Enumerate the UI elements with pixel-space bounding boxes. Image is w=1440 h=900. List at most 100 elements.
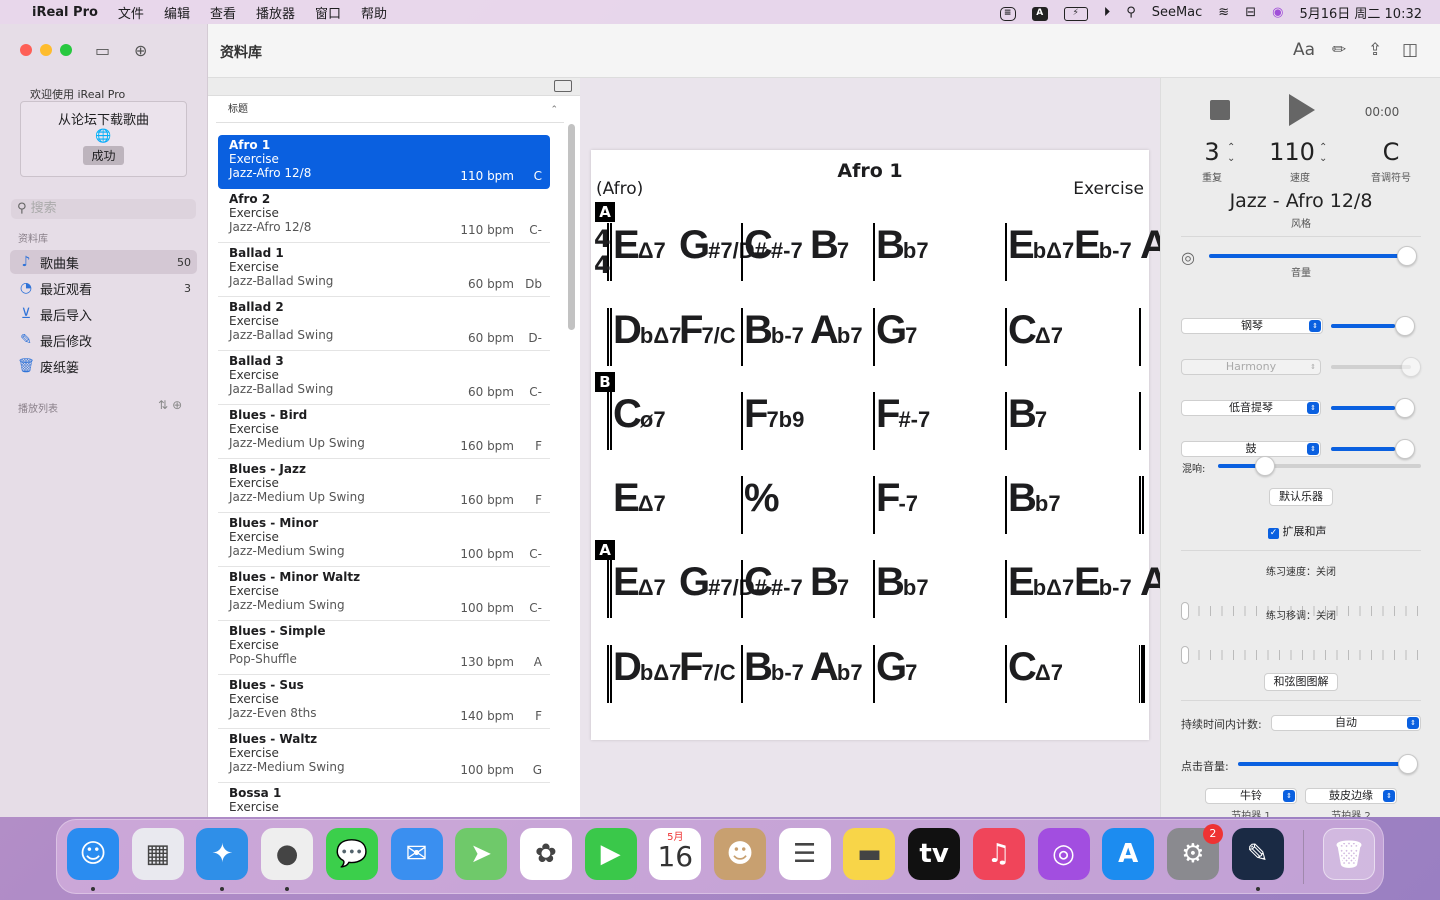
chord-symbol[interactable]: Bb-7: [744, 647, 804, 687]
columns-icon[interactable]: [554, 80, 572, 92]
tempo-stepper[interactable]: ⌃ ⌄: [1319, 142, 1327, 164]
search-input[interactable]: ⚲ 搜索: [11, 199, 196, 219]
volume-slider-knob[interactable]: [1396, 246, 1417, 266]
song-row[interactable]: Afro 2 Exercise Jazz-Afro 12/8 110 bpm C-: [218, 189, 550, 243]
song-row[interactable]: Blues - Bird Exercise Jazz-Medium Up Swing…: [218, 405, 550, 459]
chord-symbol[interactable]: Bb7: [876, 562, 929, 602]
sidebar-item-imported[interactable]: ⊻ 最后导入: [10, 302, 197, 326]
song-row[interactable]: Blues - Minor Waltz Exercise Jazz-Medium S…: [218, 567, 550, 621]
minimize-window-button[interactable]: [40, 44, 52, 56]
chord-symbol[interactable]: CΔ7: [1008, 647, 1063, 687]
repeat-value[interactable]: 3: [1197, 138, 1227, 166]
dock-podcasts-icon[interactable]: ◎: [1037, 828, 1090, 880]
chord-symbol[interactable]: Eb-7: [1074, 225, 1132, 265]
sidebar-item-trash[interactable]: 🗑 废纸篓: [10, 354, 197, 378]
chord-symbol[interactable]: CΔ7: [1008, 310, 1063, 350]
title-column-header[interactable]: 标题 ⌃: [216, 97, 564, 123]
reverb-slider-knob[interactable]: [1254, 456, 1275, 476]
chord-symbol[interactable]: Bb-7: [744, 310, 804, 350]
dock-reminders-icon[interactable]: ☰: [778, 828, 831, 880]
dock-apple-tv-icon[interactable]: tv: [908, 828, 961, 880]
chord-symbol[interactable]: F7/C: [679, 647, 736, 687]
share-icon[interactable]: ⇪: [1368, 40, 1382, 60]
dock-safari-icon[interactable]: ✦: [196, 828, 249, 880]
song-row[interactable]: Blues - Jazz Exercise Jazz-Medium Up Swing…: [218, 459, 550, 513]
song-row[interactable]: Blues - Waltz Exercise Jazz-Medium Swing 10…: [218, 729, 550, 783]
globe-icon[interactable]: ⊕: [134, 41, 147, 60]
dock-contacts-icon[interactable]: ☻: [714, 828, 766, 880]
instrument-select[interactable]: 钢琴 ⇕: [1181, 318, 1323, 334]
instrument-volume-knob[interactable]: [1395, 439, 1415, 459]
instrument-select[interactable]: 低音提琴 ⇕: [1181, 400, 1321, 416]
menu-edit[interactable]: 编辑: [154, 3, 200, 22]
stop-button[interactable]: [1210, 100, 1230, 120]
dock-notes-icon[interactable]: ▬: [843, 828, 896, 880]
wifi-icon[interactable]: ≋: [1212, 5, 1235, 20]
dock-ireal-pro-icon[interactable]: ✎: [1231, 828, 1284, 880]
dock-calendar-icon[interactable]: 5月 16: [649, 828, 702, 880]
sort-playlist-icon[interactable]: ⇅: [158, 398, 172, 412]
menu-player[interactable]: 播放器: [246, 3, 305, 22]
dock-music-icon[interactable]: ♫: [972, 828, 1025, 880]
chord-symbol[interactable]: F7/C: [679, 310, 736, 350]
trash-icon[interactable]: 🗑: [1323, 828, 1375, 880]
instrument-volume-knob[interactable]: [1395, 398, 1415, 418]
menu-window[interactable]: 窗口: [305, 3, 351, 22]
tempo-value[interactable]: 110: [1257, 138, 1327, 166]
chord-symbol[interactable]: EΔ7: [613, 562, 666, 602]
chord-symbol[interactable]: G7: [876, 647, 917, 687]
dock-photos-icon[interactable]: ✿: [519, 828, 572, 880]
menu-file[interactable]: 文件: [108, 3, 154, 22]
song-row[interactable]: Blues - Simple Exercise Pop-Shuffle 130 bpm…: [218, 621, 550, 675]
song-row[interactable]: Bossa 1 Exercise: [218, 783, 550, 817]
dock-app-store-icon[interactable]: A: [1102, 828, 1155, 880]
reverb-slider[interactable]: [1218, 464, 1421, 468]
chord-symbol[interactable]: G7: [876, 310, 917, 350]
zoom-window-button[interactable]: [60, 44, 72, 56]
clock[interactable]: 5月16日 周二 10:32: [1293, 3, 1428, 22]
list-scrollbar[interactable]: [568, 124, 575, 330]
chord-symbol[interactable]: DbΔ7: [613, 310, 681, 350]
sidebar-item-songs[interactable]: ♪ 歌曲集 50: [10, 250, 197, 274]
repeat-stepper[interactable]: ⌃ ⌄: [1227, 142, 1235, 164]
now-playing-icon[interactable]: ⏵: [1098, 5, 1117, 20]
username[interactable]: SeeMac: [1146, 5, 1209, 20]
dock-mail-icon[interactable]: ✉: [390, 828, 443, 880]
song-row[interactable]: Ballad 3 Exercise Jazz-Ballad Swing 60 bpm C…: [218, 351, 550, 405]
chord-symbol[interactable]: %: [744, 478, 780, 518]
dock-finder-icon[interactable]: ☺: [67, 828, 119, 880]
song-row[interactable]: Blues - Sus Exercise Jazz-Even 8ths 140 bpm…: [218, 675, 550, 729]
style-value[interactable]: Jazz - Afro 12/8: [1161, 190, 1440, 212]
control-center-icon[interactable]: ⊟: [1239, 5, 1262, 20]
chord-symbol[interactable]: C#-7: [744, 562, 803, 602]
sidebar-item-recent[interactable]: ◔ 最近观看 3: [10, 276, 197, 300]
chord-symbol[interactable]: C#-7: [744, 225, 803, 265]
song-row[interactable]: Afro 1 Exercise Jazz-Afro 12/8 110 bpm C: [218, 135, 550, 189]
sidebar-item-modified[interactable]: ✎ 最后修改: [10, 328, 197, 352]
chord-symbol[interactable]: B7: [810, 562, 849, 602]
dock-maps-icon[interactable]: ➤: [455, 828, 508, 880]
instrument-volume-knob[interactable]: [1395, 316, 1415, 336]
dock-launchpad-icon[interactable]: ▦: [131, 828, 184, 880]
song-row[interactable]: Ballad 1 Exercise Jazz-Ballad Swing 60 bpm D…: [218, 243, 550, 297]
add-playlist-icon[interactable]: ⊕: [172, 398, 186, 412]
chord-diagrams-button[interactable]: 和弦图图解: [1264, 673, 1338, 691]
metronome2-select[interactable]: 鼓皮边缘 ⇕: [1305, 788, 1397, 804]
instrument-select[interactable]: 鼓 ⇕: [1181, 441, 1321, 457]
chord-symbol[interactable]: EbΔ7: [1008, 562, 1074, 602]
song-row[interactable]: Ballad 2 Exercise Jazz-Ballad Swing 60 bpm D…: [218, 297, 550, 351]
siri-icon[interactable]: ◉: [1266, 5, 1289, 20]
metronome1-select[interactable]: 牛铃 ⇕: [1205, 788, 1297, 804]
play-button[interactable]: [1289, 94, 1315, 126]
menu-view[interactable]: 查看: [200, 3, 246, 22]
font-size-button[interactable]: Aa: [1293, 40, 1315, 60]
dock-facetime-icon[interactable]: ▶: [584, 828, 637, 880]
key-value[interactable]: C: [1366, 138, 1416, 166]
dock-chrome-icon[interactable]: ●: [261, 828, 314, 880]
battery-icon[interactable]: ⚡: [1058, 4, 1094, 21]
inspector-toggle-icon[interactable]: ◫: [1402, 40, 1418, 60]
click-volume-slider-knob[interactable]: [1397, 754, 1418, 774]
chord-symbol[interactable]: EΔ7: [613, 225, 666, 265]
chord-symbol[interactable]: EΔ7: [613, 478, 666, 518]
chord-symbol[interactable]: Cø7: [613, 394, 666, 434]
